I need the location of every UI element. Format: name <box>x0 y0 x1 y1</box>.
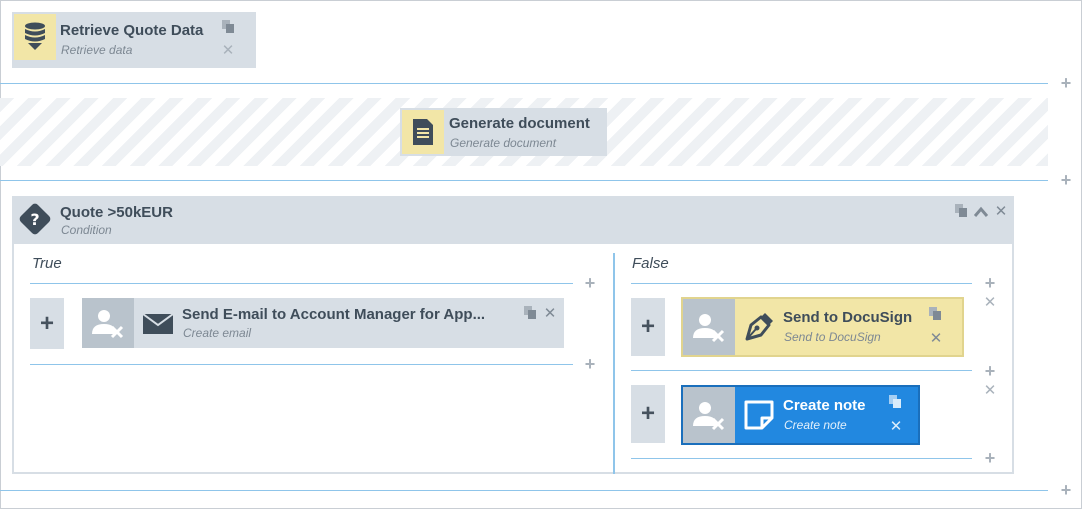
branch-divider <box>613 253 615 474</box>
remove-step-icon[interactable]: ✕ <box>889 419 903 434</box>
add-step-icon[interactable]: + <box>1058 481 1074 499</box>
step-subtitle: Retrieve data <box>61 43 133 57</box>
unassigned-user-icon <box>683 387 735 443</box>
remove-branch-step-icon[interactable]: ✕ <box>983 295 997 310</box>
unassigned-user-icon <box>683 299 735 355</box>
remove-condition-icon[interactable]: ✕ <box>994 204 1008 219</box>
add-branch-step-button[interactable]: + <box>631 385 665 443</box>
step-subtitle: Generate document <box>450 136 557 150</box>
condition-title: Quote >50kEUR <box>60 204 173 221</box>
false-branch-label: False <box>632 255 669 272</box>
note-icon <box>739 397 779 433</box>
add-step-icon[interactable]: + <box>982 274 998 292</box>
remove-branch-step-icon[interactable]: ✕ <box>983 383 997 398</box>
add-branch-step-button[interactable]: + <box>30 298 64 349</box>
add-step-icon[interactable]: + <box>1058 74 1074 92</box>
step-title: Send to DocuSign <box>783 309 913 326</box>
step-subtitle: Create note <box>784 418 847 432</box>
add-step-icon[interactable]: + <box>982 362 998 380</box>
collapse-icon[interactable] <box>973 205 989 217</box>
step-subtitle: Send to DocuSign <box>784 330 881 344</box>
connector-line <box>631 458 972 459</box>
copy-icon[interactable] <box>524 306 537 320</box>
condition-subtitle: Condition <box>61 223 112 237</box>
step-subtitle: Create email <box>183 326 252 340</box>
pen-nib-icon <box>739 309 779 345</box>
connector-line <box>0 83 1048 84</box>
step-title: Retrieve Quote Data <box>60 22 204 39</box>
svg-text:?: ? <box>30 210 39 229</box>
step-title: Create note <box>783 397 866 414</box>
connector-line <box>631 283 972 284</box>
document-icon <box>402 110 444 154</box>
connector-line <box>0 180 1048 181</box>
database-icon <box>14 14 56 60</box>
condition-header[interactable]: ? Quote >50kEUR Condition ✕ <box>12 196 1014 244</box>
remove-step-icon[interactable]: ✕ <box>929 331 943 346</box>
connector-line <box>0 490 1048 491</box>
step-title: Generate document <box>449 115 590 132</box>
connector-line <box>30 364 573 365</box>
add-branch-step-button[interactable]: + <box>631 298 665 356</box>
add-step-icon[interactable]: + <box>1058 171 1074 189</box>
copy-icon[interactable] <box>955 204 968 218</box>
retrieve-quote-data-step[interactable]: Retrieve Quote Data Retrieve data ✕ <box>12 12 256 68</box>
copy-icon[interactable] <box>222 20 235 34</box>
question-icon: ? <box>18 202 52 236</box>
connector-line <box>30 283 573 284</box>
send-email-step[interactable]: Send E-mail to Account Manager for App..… <box>82 298 564 348</box>
copy-icon[interactable] <box>889 395 902 409</box>
copy-icon[interactable] <box>929 307 942 321</box>
create-note-step[interactable]: Create note Create note ✕ <box>681 385 920 445</box>
add-step-icon[interactable]: + <box>982 449 998 467</box>
step-title: Send E-mail to Account Manager for App..… <box>182 306 486 323</box>
add-step-icon[interactable]: + <box>582 355 598 373</box>
true-branch-label: True <box>32 255 62 272</box>
remove-step-icon[interactable]: ✕ <box>543 306 557 321</box>
connector-line <box>631 370 972 371</box>
remove-step-icon[interactable]: ✕ <box>221 43 235 58</box>
unassigned-user-icon <box>82 298 134 348</box>
add-step-icon[interactable]: + <box>582 274 598 292</box>
generate-document-step[interactable]: Generate document Generate document <box>400 108 607 156</box>
envelope-icon <box>138 306 178 340</box>
send-to-docusign-step[interactable]: Send to DocuSign Send to DocuSign ✕ <box>681 297 964 357</box>
